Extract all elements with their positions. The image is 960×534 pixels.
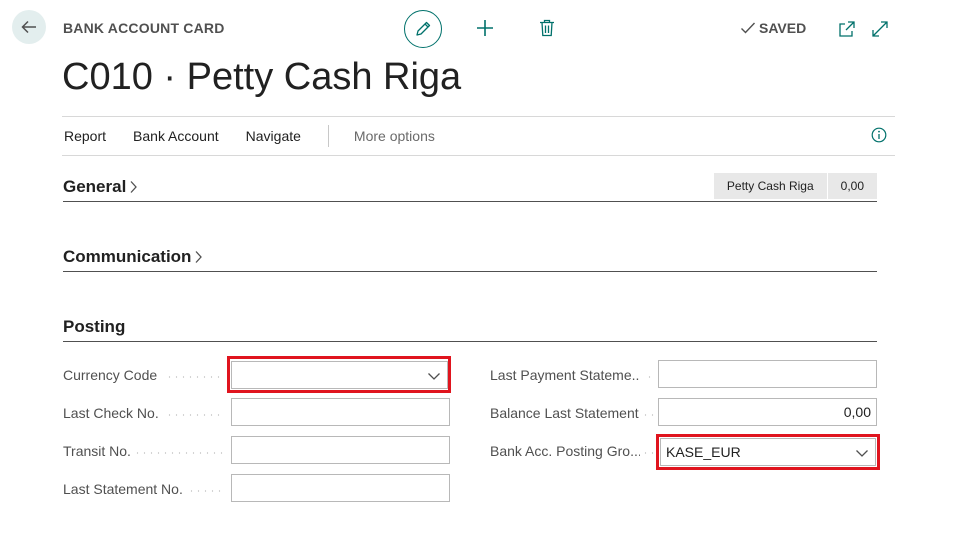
section-posting-title: Posting [63, 317, 126, 336]
bank-acc-posting-group-label: Bank Acc. Posting Gro... [490, 443, 640, 459]
last-payment-statement-label: Last Payment Stateme... [490, 367, 640, 383]
expand-button[interactable] [870, 19, 890, 39]
section-general-header[interactable]: General Petty Cash Riga 0,00 [63, 172, 877, 202]
general-summary: Petty Cash Riga 0,00 [713, 173, 877, 199]
page-kind-label: BANK ACCOUNT CARD [63, 20, 225, 36]
action-separator [327, 125, 329, 147]
last-statement-no-label: Last Statement No. [63, 481, 183, 497]
summary-name: Petty Cash Riga [713, 173, 827, 199]
field-leader-dots [646, 376, 654, 378]
section-general-title: General [63, 176, 127, 196]
highlight-bank-acc-posting-group [656, 434, 880, 470]
action-more-options[interactable]: More options [354, 128, 435, 144]
highlight-currency-code [227, 356, 451, 393]
transit-no-input[interactable] [231, 436, 450, 464]
action-report[interactable]: Report [64, 128, 106, 144]
currency-code-label: Currency Code [63, 367, 158, 383]
edit-button[interactable] [404, 10, 442, 48]
last-payment-statement-input[interactable] [658, 360, 877, 388]
field-leader-dots [188, 490, 224, 492]
delete-button[interactable] [536, 17, 558, 39]
section-communication-header[interactable]: Communication [63, 243, 877, 272]
action-navigate[interactable]: Navigate [246, 128, 301, 144]
last-check-no-input[interactable] [231, 398, 450, 426]
section-posting-header[interactable]: Posting [63, 313, 877, 342]
open-new-window-icon [839, 21, 855, 37]
plus-icon [477, 20, 493, 36]
field-leader-dots [134, 452, 224, 454]
transit-no-label: Transit No. [63, 443, 131, 459]
open-in-new-window-button[interactable] [837, 19, 857, 39]
section-communication-title: Communication [63, 247, 192, 266]
trash-icon [540, 19, 554, 37]
saved-status: SAVED [740, 20, 806, 36]
balance-last-statement-label: Balance Last Statement [490, 405, 639, 421]
field-leader-dots [642, 414, 654, 416]
last-statement-no-input[interactable] [231, 474, 450, 502]
info-icon[interactable] [871, 127, 887, 143]
action-bank-account[interactable]: Bank Account [133, 128, 219, 144]
chevron-right-icon [194, 250, 203, 264]
pencil-icon [416, 21, 431, 36]
field-leader-dots [642, 452, 654, 454]
last-check-no-label: Last Check No. [63, 405, 159, 421]
check-icon [741, 22, 756, 34]
field-leader-dots [166, 376, 224, 378]
summary-balance: 0,00 [826, 173, 877, 199]
expand-icon [872, 21, 888, 37]
page-title: C010 · Petty Cash Riga [62, 56, 462, 98]
saved-label: SAVED [759, 20, 807, 36]
balance-last-statement-input[interactable]: 0,00 [658, 398, 877, 426]
balance-last-statement-value: 0,00 [843, 404, 871, 420]
new-button[interactable] [474, 17, 496, 39]
arrow-left-icon [21, 20, 36, 34]
action-bar: Report Bank Account Navigate More option… [62, 116, 895, 156]
chevron-right-icon [129, 180, 138, 194]
back-button[interactable] [12, 10, 46, 44]
field-leader-dots [166, 414, 224, 416]
